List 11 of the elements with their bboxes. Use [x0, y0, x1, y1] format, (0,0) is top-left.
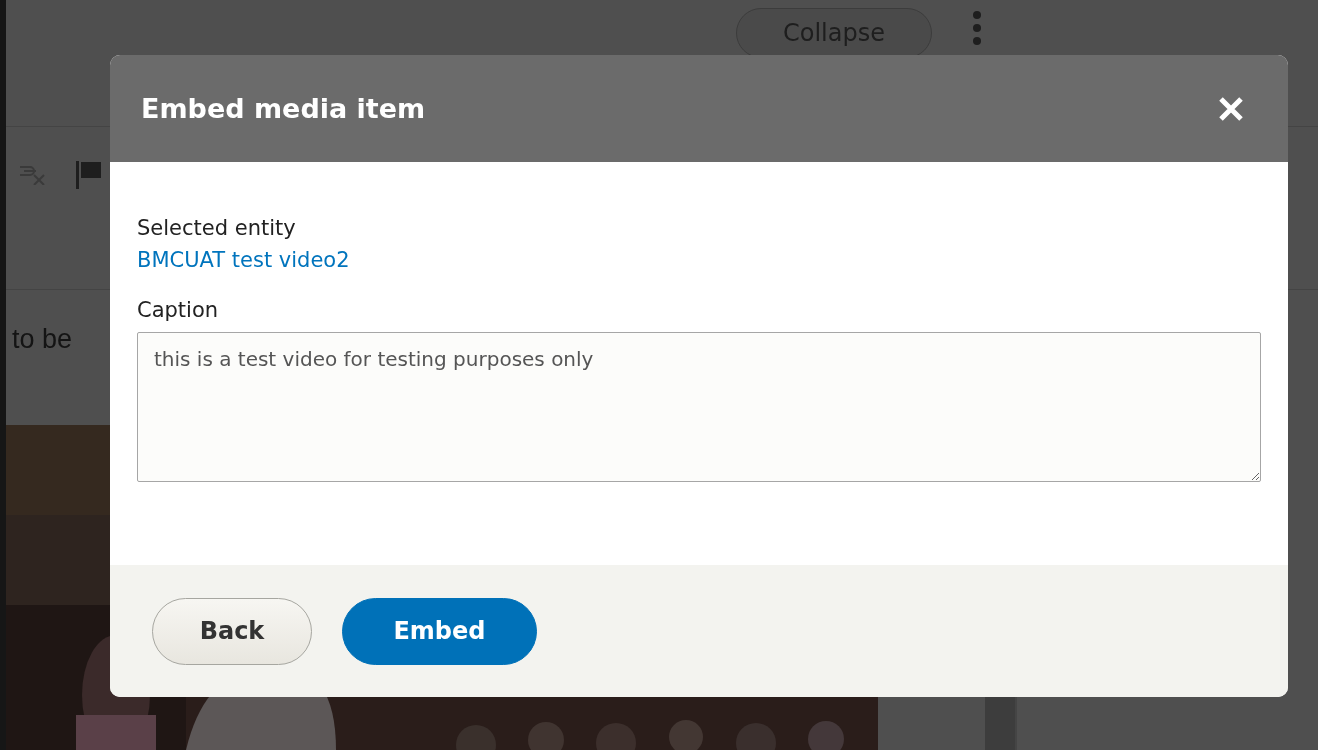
field-label: Selected entity — [137, 216, 296, 240]
back-button[interactable]: Back — [152, 597, 312, 665]
editor-text: to be — [12, 324, 73, 354]
entity-link[interactable]: BMCUAT test video2 — [137, 248, 350, 272]
flag-icon[interactable] — [74, 159, 104, 191]
dialog-title: Embed media item — [141, 93, 426, 124]
more-options-icon[interactable] — [972, 10, 982, 46]
embed-button[interactable]: Embed — [342, 597, 537, 665]
close-icon[interactable] — [1218, 95, 1244, 122]
field-label: Caption — [137, 298, 219, 322]
caption-field[interactable]: this is a test video for testing purposes only — [137, 332, 1261, 482]
